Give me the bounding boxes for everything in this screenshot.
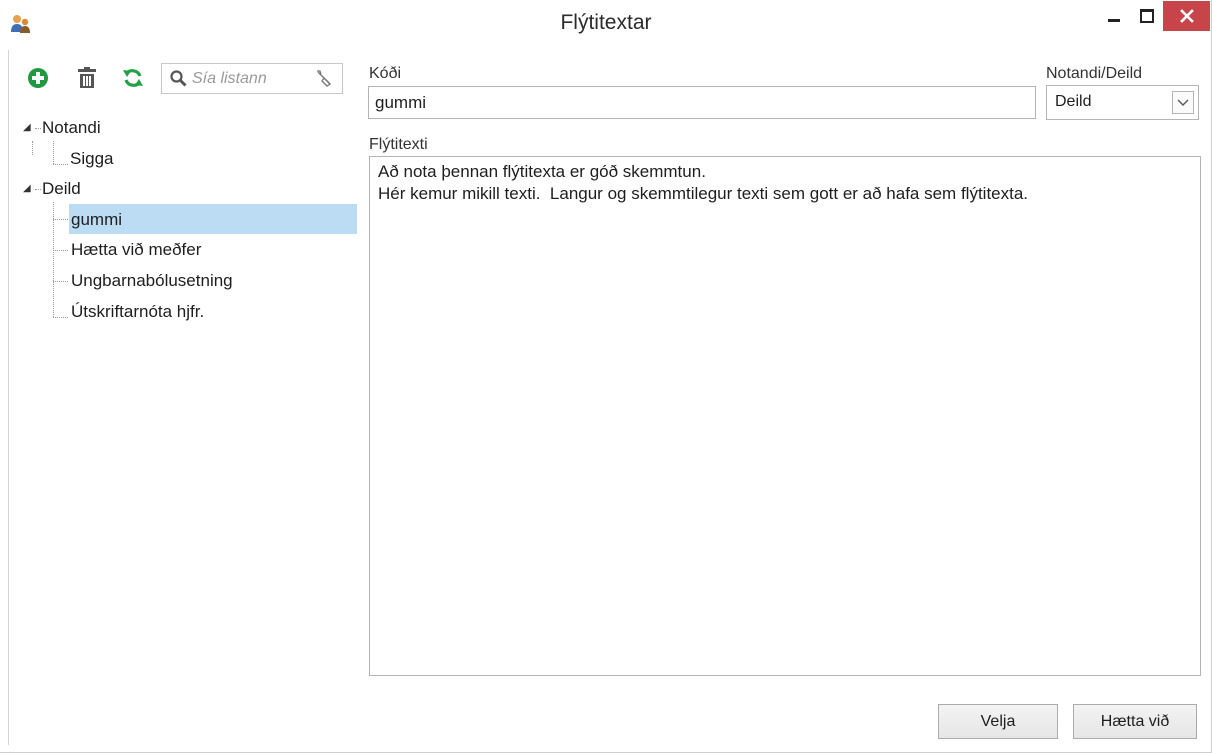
title-bar: Flýtitextar <box>0 0 1212 50</box>
clear-filter-icon[interactable] <box>315 70 333 93</box>
expand-arrow-icon[interactable]: ◢ <box>23 183 31 194</box>
trash-icon[interactable] <box>76 67 98 89</box>
maximize-button[interactable] <box>1131 0 1163 32</box>
code-field[interactable]: gummi <box>368 86 1036 119</box>
tree-item[interactable]: Hætta við meðfer <box>71 238 201 262</box>
tree-item[interactable]: Sigga <box>70 147 113 171</box>
tree-connector <box>35 128 41 129</box>
tree-connector <box>32 141 33 155</box>
left-pane: ◢ Notandi Sigga ◢ Deild gummi Hætta við … <box>8 50 359 745</box>
minimize-icon <box>1108 18 1120 22</box>
tree-item[interactable]: Útskriftarnóta hjfr. <box>71 300 204 324</box>
text-label: Flýtitexti <box>369 136 428 153</box>
cancel-button[interactable]: Hætta við <box>1073 704 1197 739</box>
chevron-down-icon[interactable] <box>1172 91 1194 114</box>
tree-connector <box>53 141 54 164</box>
tree-group-deild[interactable]: Deild <box>42 177 81 201</box>
tree-connector <box>53 250 68 251</box>
text-line: Að nota þennan flýtitexta er góð skemmtu… <box>378 162 706 181</box>
owner-label: Notandi/Deild <box>1046 65 1143 82</box>
code-label: Kóði <box>369 65 402 82</box>
minimize-button[interactable] <box>1097 0 1131 32</box>
owner-select[interactable]: Deild <box>1046 85 1199 120</box>
dialog-window: Flýtitextar Sía listann ◢ Notandi Sigga … <box>0 0 1212 753</box>
search-icon <box>170 70 187 92</box>
close-icon <box>1179 9 1194 23</box>
text-area[interactable]: Að nota þennan flýtitexta er góð skemmtu… <box>369 156 1201 676</box>
tree-connector <box>53 317 68 318</box>
list-toolbar <box>25 63 355 95</box>
tree-connector <box>53 281 68 282</box>
tree-item-selected[interactable]: gummi <box>71 208 122 232</box>
search-box <box>161 63 343 94</box>
expand-arrow-icon[interactable]: ◢ <box>23 122 31 133</box>
refresh-icon[interactable] <box>122 67 144 89</box>
tree-connector <box>53 164 68 165</box>
text-line: Hér kemur mikill texti. Langur og skemmt… <box>378 184 1029 203</box>
select-button[interactable]: Velja <box>938 704 1058 739</box>
search-input[interactable] <box>192 68 306 89</box>
maximize-icon <box>1140 9 1154 23</box>
tree-connector <box>53 219 68 220</box>
tree-item[interactable]: Ungbarnabólusetning <box>71 269 233 293</box>
close-button[interactable] <box>1163 1 1210 31</box>
tree-connector <box>35 189 41 190</box>
window-title: Flýtitextar <box>560 11 652 34</box>
plus-circle-icon[interactable] <box>27 67 49 89</box>
tree-group-notandi[interactable]: Notandi <box>42 116 101 140</box>
owner-select-value: Deild <box>1055 93 1092 110</box>
